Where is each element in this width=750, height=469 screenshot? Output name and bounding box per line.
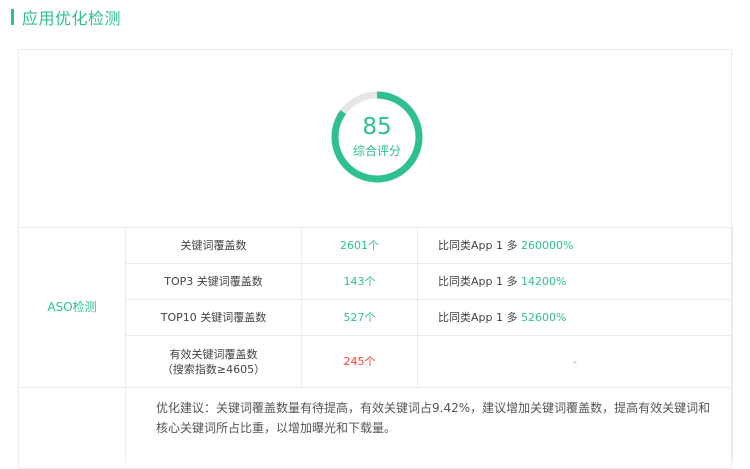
section-header: 应用优化检测 — [11, 6, 121, 28]
aso-report-card: 85 综合评分 ASO检测 关键词覆盖数 2601个 比同类App 1 多 26… — [18, 49, 733, 469]
comparison-cell: 比同类App 1 多 52600% — [417, 299, 733, 336]
aso-table: ASO检测 关键词覆盖数 2601个 比同类App 1 多 260000% TO… — [18, 227, 733, 462]
table-row: TOP3 关键词覆盖数 143个 比同类App 1 多 14200% — [19, 263, 733, 300]
comparison-text: 比同类App 1 多 — [438, 239, 521, 252]
metric-label-line2: （搜索指数≥4605） — [161, 362, 266, 376]
table-row: 优化建议：关键词覆盖数量有待提高，有效关键词占9.42%，建议增加关键词覆盖数，… — [18, 387, 733, 462]
table-row: 有效关键词覆盖数 （搜索指数≥4605） 245个 - — [19, 335, 733, 388]
metric-label: TOP10 关键词覆盖数 — [125, 299, 302, 336]
metric-label: 关键词覆盖数 — [125, 227, 302, 264]
comparison-cell: 比同类App 1 多 260000% — [417, 227, 733, 264]
title-accent-bar — [11, 9, 14, 25]
comparison-text: 比同类App 1 多 — [438, 275, 521, 288]
score-label: 综合评分 — [352, 144, 401, 158]
metric-label: TOP3 关键词覆盖数 — [125, 263, 302, 300]
metric-value: 2601个 — [301, 227, 418, 264]
comparison-text: 比同类App 1 多 — [438, 311, 521, 324]
comparison-cell: - — [417, 335, 733, 388]
metric-value: 245个 — [301, 335, 418, 388]
comparison-cell: 比同类App 1 多 14200% — [417, 263, 733, 300]
optimization-suggestion: 优化建议：关键词覆盖数量有待提高，有效关键词占9.42%，建议增加关键词覆盖数，… — [125, 387, 733, 462]
aso-section-label: ASO检测 — [18, 227, 126, 388]
metric-label-line1: 有效关键词覆盖数 — [169, 347, 258, 361]
score-gauge: 85 综合评分 — [330, 90, 424, 184]
comparison-value: 14200% — [520, 275, 567, 288]
score-area: 85 综合评分 — [19, 50, 731, 228]
table-row: ASO检测 关键词覆盖数 2601个 比同类App 1 多 260000% — [18, 227, 733, 388]
metric-value: 143个 — [301, 263, 418, 300]
empty-cell — [18, 387, 126, 462]
metric-label: 有效关键词覆盖数 （搜索指数≥4605） — [125, 335, 302, 388]
table-row: TOP10 关键词覆盖数 527个 比同类App 1 多 52600% — [19, 299, 733, 336]
comparison-value: 52600% — [520, 311, 567, 324]
comparison-value: 260000% — [520, 239, 574, 252]
score-value: 85 — [362, 114, 392, 140]
page-title: 应用优化检测 — [22, 9, 122, 28]
metric-value: 527个 — [301, 299, 418, 336]
